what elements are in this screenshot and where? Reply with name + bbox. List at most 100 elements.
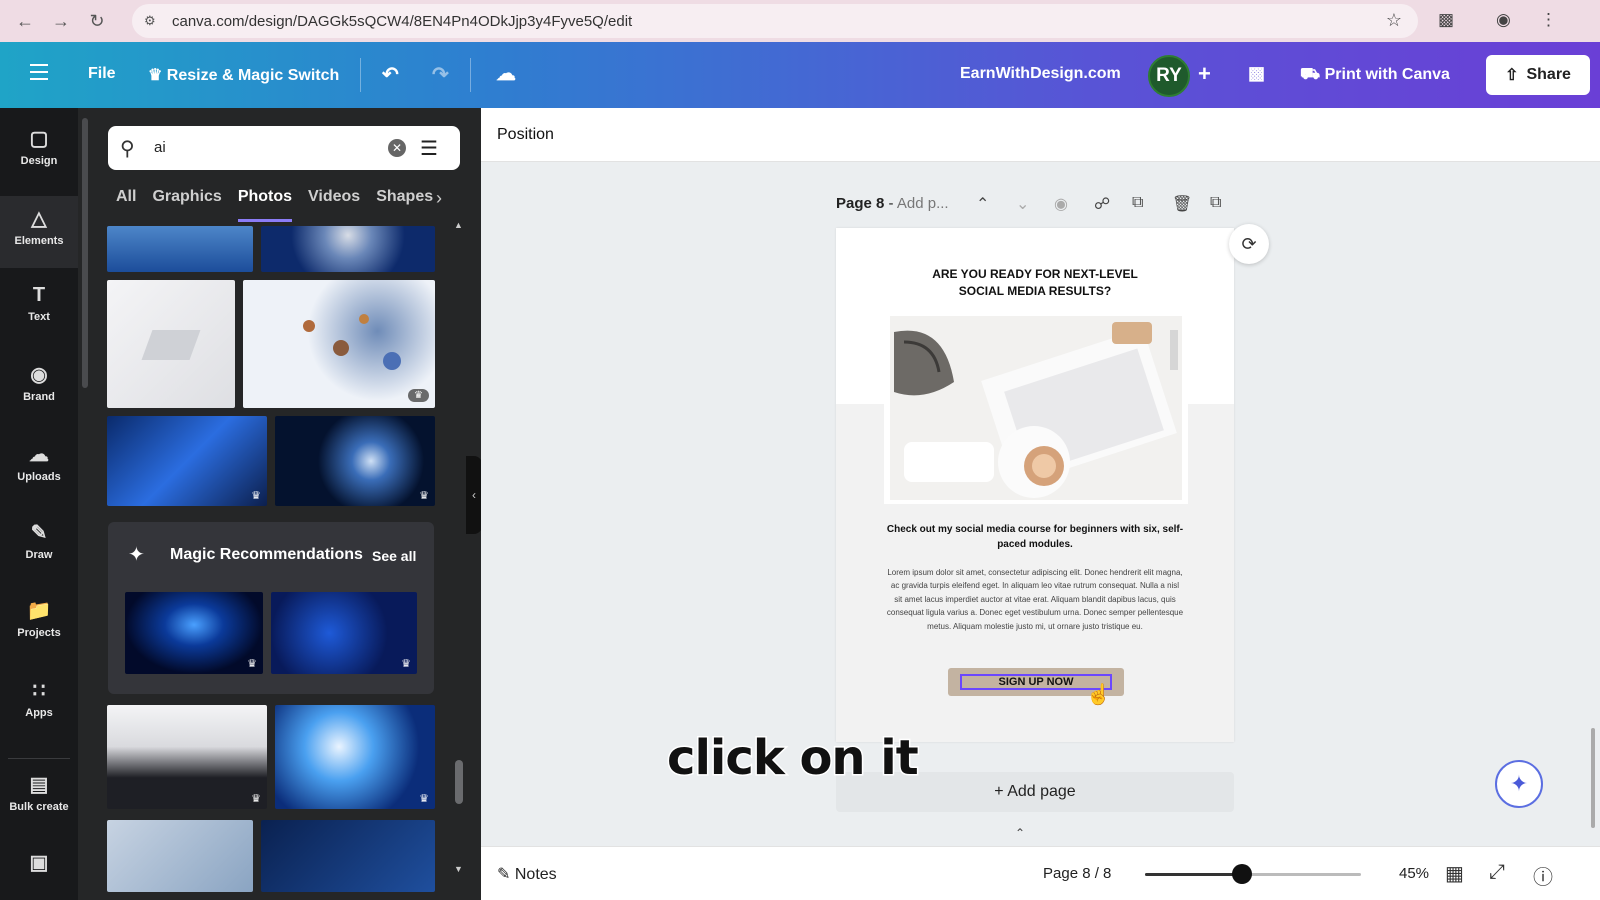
photo-thumbnail[interactable]: ♛ — [275, 705, 435, 809]
tab-videos[interactable]: Videos — [308, 188, 360, 222]
panel-scrollbar[interactable]: ▲ ▼ — [452, 220, 466, 900]
scroll-thumb[interactable] — [455, 760, 463, 804]
profile-icon[interactable]: ◉ — [1496, 10, 1511, 30]
chevron-down-icon[interactable]: ⌄ — [1016, 194, 1029, 214]
reload-icon[interactable]: ↻ — [86, 10, 108, 32]
forward-icon[interactable]: → — [50, 10, 72, 32]
rail-item-brand[interactable]: ◉ Brand — [0, 362, 78, 403]
zoom-slider-knob[interactable] — [1232, 864, 1252, 884]
photo-thumbnail[interactable]: ♛ — [275, 416, 435, 506]
lock-icon[interactable]: ☍ — [1094, 194, 1110, 214]
design-headline[interactable]: ARE YOU READY FOR NEXT-LEVEL SOCIAL MEDI… — [836, 266, 1234, 300]
undo-icon[interactable]: ↶ — [382, 62, 399, 87]
photo-thumbnail[interactable] — [261, 226, 435, 272]
magic-assistant-icon[interactable]: ✦ — [1495, 760, 1543, 808]
avatar[interactable]: RY — [1148, 55, 1190, 97]
see-all-link[interactable]: See all — [372, 548, 416, 564]
resize-magic-switch-button[interactable]: ♛ Resize & Magic Switch — [148, 65, 339, 85]
cloud-saved-icon[interactable]: ☁ — [496, 61, 516, 86]
pointer-hand-icon: ☝ — [1086, 684, 1111, 706]
menu-icon[interactable]: ⋮ — [1540, 10, 1557, 30]
photo-thumbnail[interactable]: ♛ — [271, 592, 417, 674]
premium-crown-icon: ♛ — [251, 490, 261, 502]
rail-item-elements[interactable]: △ Elements — [0, 196, 78, 268]
hamburger-icon[interactable] — [30, 64, 48, 85]
projects-icon: 📁 — [26, 600, 52, 622]
zoom-slider[interactable] — [1145, 864, 1361, 884]
rail-label: Uploads — [17, 471, 61, 483]
rail-label: Projects — [17, 627, 61, 639]
side-rail: ▢ Design △ Elements T Text ◉ Brand ☁ Uploads … — [0, 108, 78, 900]
rail-label: Brand — [23, 391, 55, 403]
search-input[interactable]: ⚲ ai ✕ ☰ — [108, 126, 460, 170]
rail-item-text[interactable]: T Text — [0, 284, 78, 323]
rail-item-draw[interactable]: ✎ Draw — [0, 520, 78, 561]
magic-recommendations-title: Magic Recommendations — [170, 546, 363, 563]
back-icon[interactable]: ← — [14, 10, 36, 32]
print-with-canva-button[interactable]: ⛟ Print with Canva — [1300, 65, 1450, 85]
address-bar[interactable]: ⚙ canva.com/design/DAGGk5sQCW4/8EN4Pn4OD… — [132, 4, 1418, 38]
hide-page-icon[interactable]: ◉ — [1054, 194, 1068, 214]
photo-thumbnail[interactable] — [107, 820, 253, 892]
design-photo[interactable] — [884, 312, 1188, 504]
page-count[interactable]: Page 8 / 8 — [1043, 865, 1111, 882]
tab-graphics[interactable]: Graphics — [152, 188, 221, 222]
position-button[interactable]: Position — [497, 126, 554, 144]
resize-label: Resize & Magic Switch — [166, 67, 340, 84]
collapse-panel-handle[interactable]: ‹ — [466, 456, 482, 534]
rail-item-uploads[interactable]: ☁ Uploads — [0, 442, 78, 483]
insights-chart-icon[interactable]: ▩ — [1248, 63, 1265, 84]
share-button[interactable]: ⇧ Share — [1486, 55, 1590, 95]
clear-search-icon[interactable]: ✕ — [388, 139, 406, 157]
photo-thumbnail[interactable]: ♛ — [107, 416, 267, 506]
help-icon[interactable]: ⓘ — [1533, 861, 1553, 890]
tab-all[interactable]: All — [116, 188, 136, 222]
rail-item-magic-media[interactable]: ▣ — [0, 850, 78, 879]
trash-icon[interactable]: 🗑 — [1172, 194, 1192, 214]
bulk-create-icon: ▤ — [29, 774, 49, 796]
rail-item-bulk-create[interactable]: ▤ Bulk create — [0, 772, 78, 813]
redo-icon[interactable]: ↷ — [432, 62, 449, 87]
design-body-text[interactable]: Lorem ipsum dolor sit amet, consectetur … — [886, 566, 1184, 633]
scroll-up-icon[interactable]: ▲ — [454, 220, 463, 230]
photo-thumbnail[interactable]: ♛ — [107, 705, 267, 809]
photo-thumbnail[interactable] — [107, 226, 253, 272]
file-menu[interactable]: File — [88, 65, 116, 83]
chevron-up-icon[interactable]: ⌃ — [976, 194, 989, 214]
photo-thumbnail[interactable]: ♛ — [243, 280, 435, 408]
rail-label: Design — [20, 155, 58, 167]
design-page[interactable]: ARE YOU READY FOR NEXT-LEVEL SOCIAL MEDI… — [836, 228, 1234, 742]
context-toolbar: Position — [481, 108, 1600, 162]
chevron-up-icon[interactable]: ⌃ — [1015, 826, 1025, 840]
refresh-comment-icon[interactable]: ⟳ — [1229, 224, 1269, 264]
tab-photos[interactable]: Photos — [237, 188, 293, 222]
chevron-right-icon[interactable]: › — [436, 188, 442, 209]
photo-thumbnail[interactable] — [107, 280, 235, 408]
duplicate-icon[interactable]: ⧉ — [1132, 194, 1143, 212]
add-people-icon[interactable]: + — [1198, 61, 1211, 87]
star-icon[interactable]: ☆ — [1386, 10, 1402, 31]
magic-recommendations: ✦ Magic Recommendations See all ♛ ♛ — [108, 522, 434, 694]
design-lead-text[interactable]: Check out my social media course for beg… — [876, 522, 1194, 552]
headline-line: ARE YOU READY FOR NEXT-LEVEL — [932, 267, 1138, 281]
rail-item-apps[interactable]: ∷ Apps — [0, 678, 78, 719]
rail-item-projects[interactable]: 📁 Projects — [0, 598, 78, 639]
extensions-icon[interactable]: ▩ — [1438, 10, 1454, 30]
canvas-scrollbar[interactable] — [1591, 728, 1595, 828]
site-info-icon[interactable]: ⚙ — [144, 13, 160, 29]
team-name[interactable]: EarnWithDesign.com — [960, 65, 1121, 83]
filter-icon[interactable]: ☰ — [420, 136, 438, 161]
rail-scrollbar[interactable] — [82, 118, 88, 388]
add-page-icon[interactable]: ⧉ — [1210, 194, 1221, 212]
photo-thumbnail[interactable] — [261, 820, 435, 892]
notes-button[interactable]: ✎ Notes — [497, 864, 557, 884]
grid-view-icon[interactable]: ▦ — [1445, 861, 1464, 886]
scroll-down-icon[interactable]: ▼ — [454, 864, 463, 874]
tab-shapes[interactable]: Shapes — [376, 188, 433, 222]
rail-item-design[interactable]: ▢ Design — [0, 126, 78, 167]
fullscreen-icon[interactable]: ⤢ — [1489, 861, 1505, 884]
zoom-level[interactable]: 45% — [1399, 865, 1429, 882]
sparkle-icon: ✦ — [128, 544, 145, 566]
photo-thumbnail[interactable]: ♛ — [125, 592, 263, 674]
page-title[interactable]: Page 8 - Add p... — [836, 195, 949, 212]
